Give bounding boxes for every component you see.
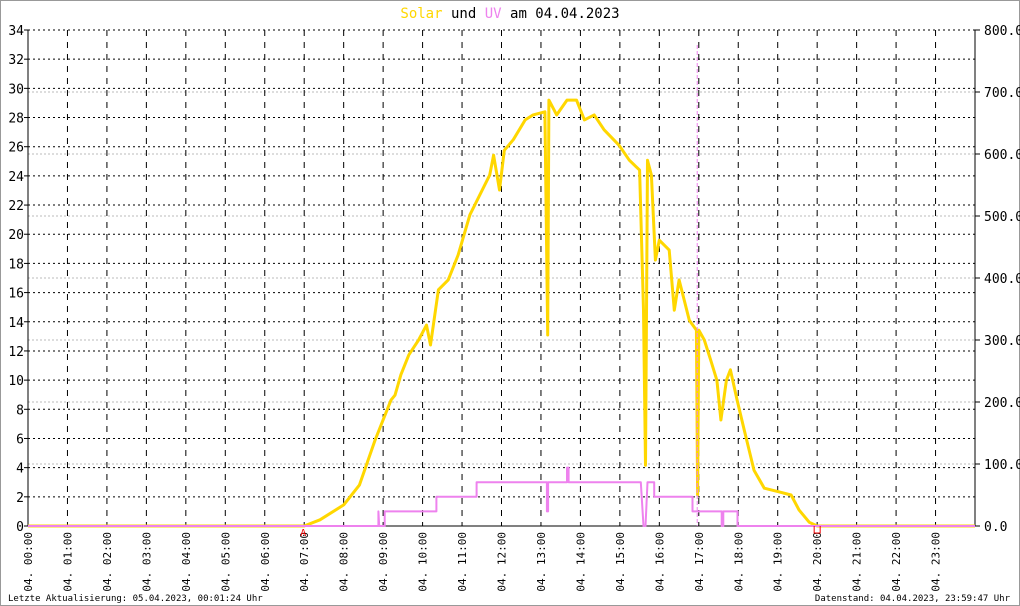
- left-tick-label: 32: [8, 53, 24, 68]
- right-tick-label: 0.0: [984, 520, 1007, 535]
- x-tick-label: 04. 02:00: [101, 532, 114, 592]
- left-tick-label: 18: [8, 257, 24, 272]
- x-tick-label: 04. 10:00: [417, 532, 430, 592]
- x-tick-label: 04. 18:00: [732, 532, 745, 592]
- x-tick-label: 04. 12:00: [496, 532, 509, 592]
- title-uv: UV: [485, 6, 502, 22]
- x-tick-label: 04. 14:00: [574, 532, 587, 592]
- right-tick-label: 600.0: [984, 148, 1020, 163]
- x-tick-label: 04. 05:00: [219, 532, 232, 592]
- left-tick-label: 10: [8, 374, 24, 389]
- left-tick-label: 20: [8, 228, 24, 243]
- right-tick-label: 800.0: [984, 24, 1020, 39]
- right-tick-label: 700.0: [984, 86, 1020, 101]
- right-tick-label: 300.0: [984, 334, 1020, 349]
- footer-data-status: Datenstand: 04.04.2023, 23:59:47 Uhr: [815, 594, 1011, 604]
- right-tick-label: 200.0: [984, 396, 1020, 411]
- x-tick-label: 04. 22:00: [890, 532, 903, 592]
- left-tick-label: 12: [8, 345, 24, 360]
- x-tick-label: 04. 13:00: [535, 532, 548, 592]
- right-tick-label: 400.0: [984, 272, 1020, 287]
- x-tick-label: 04. 08:00: [338, 532, 351, 592]
- x-tick-label: 04. 04:00: [180, 532, 193, 592]
- x-tick-label: 04. 03:00: [140, 532, 153, 592]
- title-date: am 04.04.2023: [510, 6, 620, 22]
- x-tick-label: 04. 06:00: [259, 532, 272, 592]
- left-tick-label: 16: [8, 287, 24, 302]
- x-tick-label: 04. 19:00: [772, 532, 785, 592]
- x-tick-label: 04. 20:00: [811, 532, 824, 592]
- left-tick-label: 24: [8, 170, 24, 185]
- left-tick-label: 6: [16, 432, 24, 447]
- left-tick-label: 26: [8, 141, 24, 156]
- x-tick-label: 04. 00:00: [22, 532, 35, 592]
- x-tick-label: 04. 16:00: [653, 532, 666, 592]
- left-tick-label: 30: [8, 82, 24, 97]
- right-tick-label: 100.0: [984, 458, 1020, 473]
- left-tick-label: 2: [16, 491, 24, 506]
- x-tick-label: 04. 01:00: [61, 532, 74, 592]
- chart-title: Solar und UV am 04.04.2023: [400, 6, 619, 22]
- solar-uv-chart: Solar und UV am 04.04.2023 0246810121416…: [8, 6, 1020, 604]
- left-tick-label: 34: [8, 24, 24, 39]
- x-tick-label: 04. 23:00: [930, 532, 943, 592]
- right-tick-label: 500.0: [984, 210, 1020, 225]
- x-tick-label: 04. 07:00: [298, 532, 311, 592]
- x-tick-label: 04. 09:00: [377, 532, 390, 592]
- title-solar: Solar: [400, 6, 442, 22]
- left-tick-label: 8: [16, 403, 24, 418]
- left-tick-label: 14: [8, 316, 24, 331]
- x-tick-label: 04. 15:00: [614, 532, 627, 592]
- left-tick-label: 4: [16, 462, 24, 477]
- title-und: und: [451, 6, 476, 22]
- left-tick-label: 22: [8, 199, 24, 214]
- x-tick-label: 04. 11:00: [456, 532, 469, 592]
- sunrise-marker: A: [300, 528, 306, 539]
- x-tick-label: 04. 21:00: [851, 532, 864, 592]
- left-tick-label: 28: [8, 112, 24, 127]
- footer-last-update: Letzte Aktualisierung: 05.04.2023, 00:01…: [8, 594, 263, 604]
- x-tick-label: 04. 17:00: [693, 532, 706, 592]
